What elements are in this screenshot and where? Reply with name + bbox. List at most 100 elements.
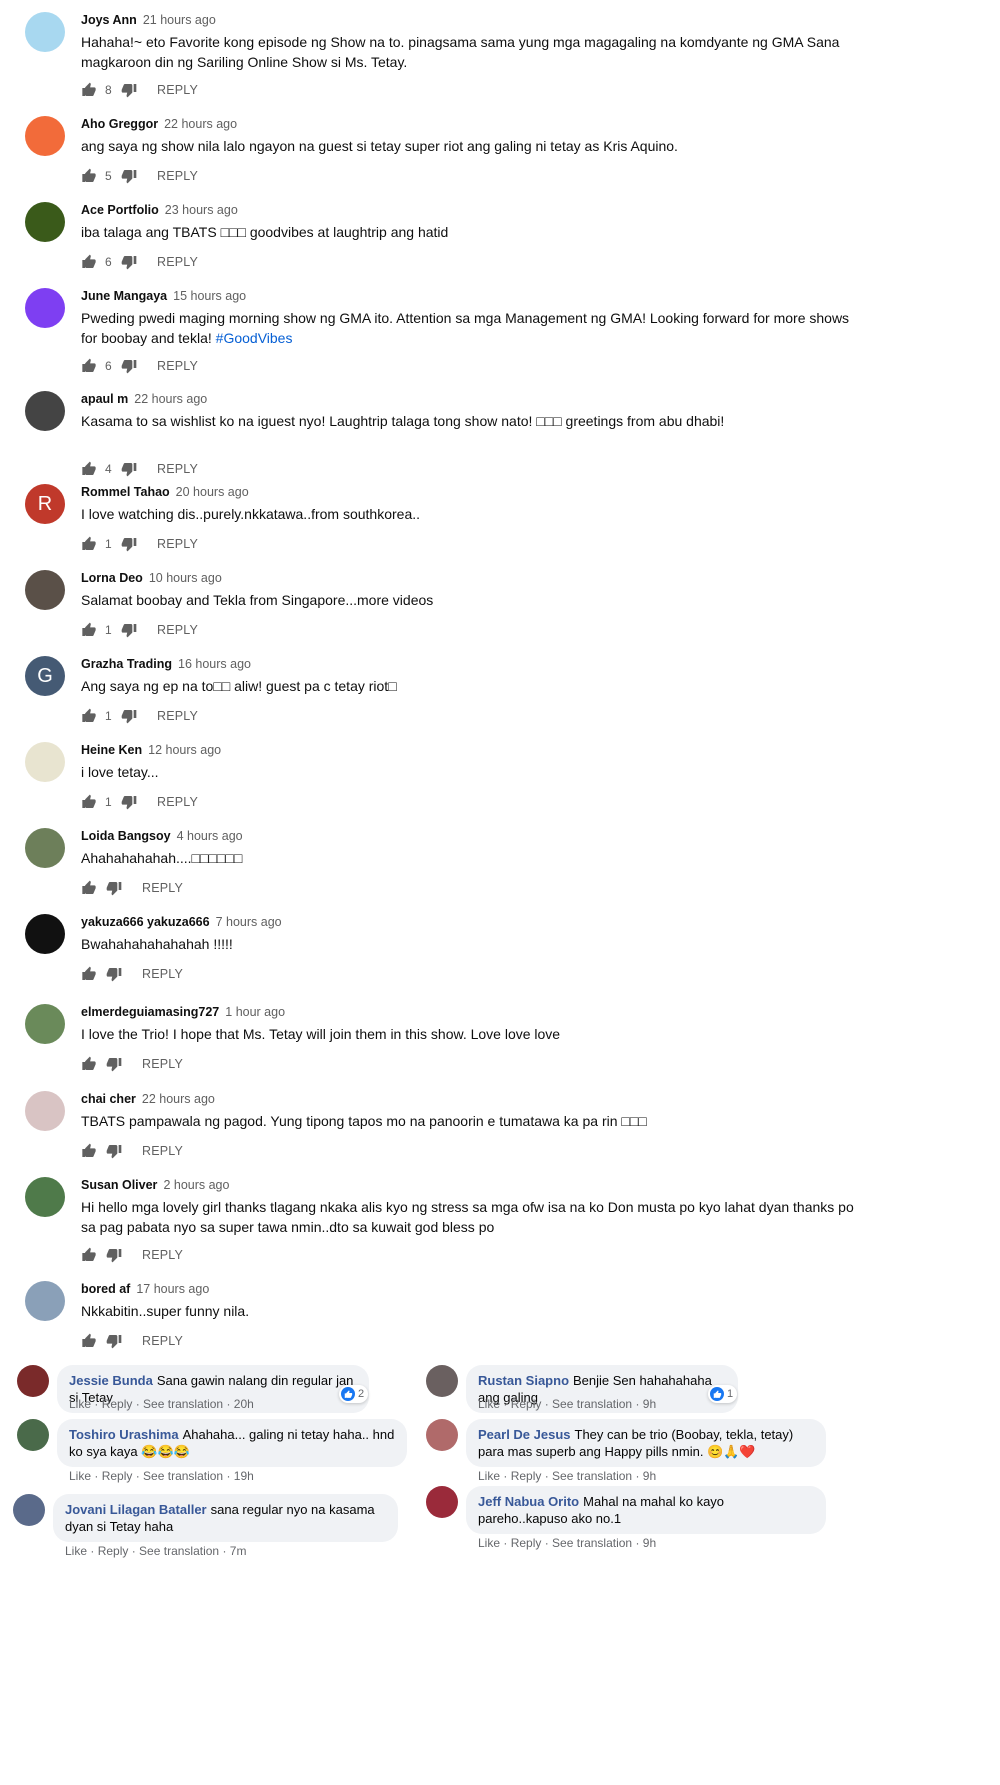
thumbs-up-icon[interactable]: [81, 1247, 97, 1263]
thumbs-up-icon[interactable]: [81, 794, 97, 810]
reply-link[interactable]: Reply: [102, 1397, 133, 1411]
avatar[interactable]: [25, 914, 65, 954]
comment-time[interactable]: 17 hours ago: [136, 1282, 209, 1296]
see-translation-link[interactable]: See translation: [139, 1544, 219, 1558]
comment-time[interactable]: 7 hours ago: [216, 915, 282, 929]
see-translation-link[interactable]: See translation: [552, 1536, 632, 1550]
comment-author[interactable]: Rommel Tahao: [81, 485, 170, 499]
reply-button[interactable]: REPLY: [157, 623, 198, 637]
like-link[interactable]: Like: [478, 1469, 500, 1483]
comment-time[interactable]: 9h: [643, 1469, 656, 1483]
avatar[interactable]: [17, 1365, 49, 1397]
comment-author[interactable]: apaul m: [81, 392, 128, 406]
thumbs-down-icon[interactable]: [121, 794, 137, 810]
reply-button[interactable]: REPLY: [142, 881, 183, 895]
avatar[interactable]: [426, 1486, 458, 1518]
thumbs-down-icon[interactable]: [106, 1333, 122, 1349]
reply-button[interactable]: REPLY: [157, 537, 198, 551]
avatar[interactable]: R: [25, 484, 65, 524]
see-translation-link[interactable]: See translation: [552, 1469, 632, 1483]
comment-author[interactable]: Ace Portfolio: [81, 203, 159, 217]
thumbs-up-icon[interactable]: [81, 1333, 97, 1349]
avatar[interactable]: [25, 202, 65, 242]
see-translation-link[interactable]: See translation: [143, 1397, 223, 1411]
comment-time[interactable]: 23 hours ago: [165, 203, 238, 217]
reply-button[interactable]: REPLY: [142, 1248, 183, 1262]
avatar[interactable]: [25, 1177, 65, 1217]
thumbs-up-icon[interactable]: [81, 358, 97, 374]
thumbs-down-icon[interactable]: [121, 708, 137, 724]
comment-time[interactable]: 4 hours ago: [177, 829, 243, 843]
comment-time[interactable]: 16 hours ago: [178, 657, 251, 671]
comment-time[interactable]: 9h: [643, 1397, 656, 1411]
comment-author[interactable]: yakuza666 yakuza666: [81, 915, 210, 929]
reply-button[interactable]: REPLY: [157, 83, 198, 97]
thumbs-up-icon[interactable]: [81, 168, 97, 184]
reply-link[interactable]: Reply: [98, 1544, 129, 1558]
avatar[interactable]: [25, 742, 65, 782]
see-translation-link[interactable]: See translation: [552, 1397, 632, 1411]
avatar[interactable]: [25, 570, 65, 610]
comment-author[interactable]: Toshiro Urashima: [69, 1427, 179, 1442]
thumbs-down-icon[interactable]: [106, 1056, 122, 1072]
comment-author[interactable]: Lorna Deo: [81, 571, 143, 585]
avatar[interactable]: [426, 1365, 458, 1397]
thumbs-up-icon[interactable]: [81, 966, 97, 982]
comment-time[interactable]: 2 hours ago: [163, 1178, 229, 1192]
reply-button[interactable]: REPLY: [157, 462, 198, 476]
thumbs-down-icon[interactable]: [106, 966, 122, 982]
comment-time[interactable]: 20h: [234, 1397, 254, 1411]
reply-button[interactable]: REPLY: [142, 1057, 183, 1071]
thumbs-down-icon[interactable]: [121, 536, 137, 552]
comment-time[interactable]: 7m: [230, 1544, 247, 1558]
comment-author[interactable]: Susan Oliver: [81, 1178, 157, 1192]
reply-button[interactable]: REPLY: [157, 169, 198, 183]
thumbs-up-icon[interactable]: [81, 1143, 97, 1159]
thumbs-down-icon[interactable]: [106, 1247, 122, 1263]
reply-button[interactable]: REPLY: [142, 1334, 183, 1348]
thumbs-down-icon[interactable]: [121, 168, 137, 184]
comment-author[interactable]: elmerdeguiamasing727: [81, 1005, 219, 1019]
avatar[interactable]: [25, 391, 65, 431]
comment-time[interactable]: 15 hours ago: [173, 289, 246, 303]
thumbs-down-icon[interactable]: [121, 461, 137, 477]
comment-time[interactable]: 20 hours ago: [176, 485, 249, 499]
see-translation-link[interactable]: See translation: [143, 1469, 223, 1483]
thumbs-up-icon[interactable]: [81, 461, 97, 477]
reply-button[interactable]: REPLY: [157, 795, 198, 809]
thumbs-down-icon[interactable]: [106, 1143, 122, 1159]
comment-author[interactable]: Jovani Lilagan Bataller: [65, 1502, 207, 1517]
like-link[interactable]: Like: [478, 1397, 500, 1411]
avatar[interactable]: [25, 1281, 65, 1321]
like-link[interactable]: Like: [69, 1469, 91, 1483]
comment-author[interactable]: Heine Ken: [81, 743, 142, 757]
thumbs-up-icon[interactable]: [81, 708, 97, 724]
comment-time[interactable]: 10 hours ago: [149, 571, 222, 585]
comment-author[interactable]: Grazha Trading: [81, 657, 172, 671]
comment-author[interactable]: Jessie Bunda: [69, 1373, 153, 1388]
like-link[interactable]: Like: [65, 1544, 87, 1558]
thumbs-down-icon[interactable]: [106, 880, 122, 896]
reply-link[interactable]: Reply: [511, 1469, 542, 1483]
reaction-count[interactable]: 2: [339, 1385, 369, 1403]
reply-link[interactable]: Reply: [102, 1469, 133, 1483]
like-link[interactable]: Like: [478, 1536, 500, 1550]
avatar[interactable]: [25, 1004, 65, 1044]
reply-button[interactable]: REPLY: [142, 967, 183, 981]
comment-time[interactable]: 19h: [234, 1469, 254, 1483]
hashtag-link[interactable]: #GoodVibes: [216, 330, 293, 346]
comment-author[interactable]: Pearl De Jesus: [478, 1427, 571, 1442]
comment-time[interactable]: 22 hours ago: [142, 1092, 215, 1106]
avatar[interactable]: [25, 116, 65, 156]
reply-button[interactable]: REPLY: [157, 359, 198, 373]
reaction-count[interactable]: 1: [708, 1385, 738, 1403]
thumbs-up-icon[interactable]: [81, 1056, 97, 1072]
reply-button[interactable]: REPLY: [157, 709, 198, 723]
comment-author[interactable]: June Mangaya: [81, 289, 167, 303]
avatar[interactable]: [426, 1419, 458, 1451]
avatar[interactable]: [17, 1419, 49, 1451]
reply-link[interactable]: Reply: [511, 1397, 542, 1411]
thumbs-up-icon[interactable]: [81, 622, 97, 638]
avatar[interactable]: [25, 288, 65, 328]
thumbs-down-icon[interactable]: [121, 82, 137, 98]
